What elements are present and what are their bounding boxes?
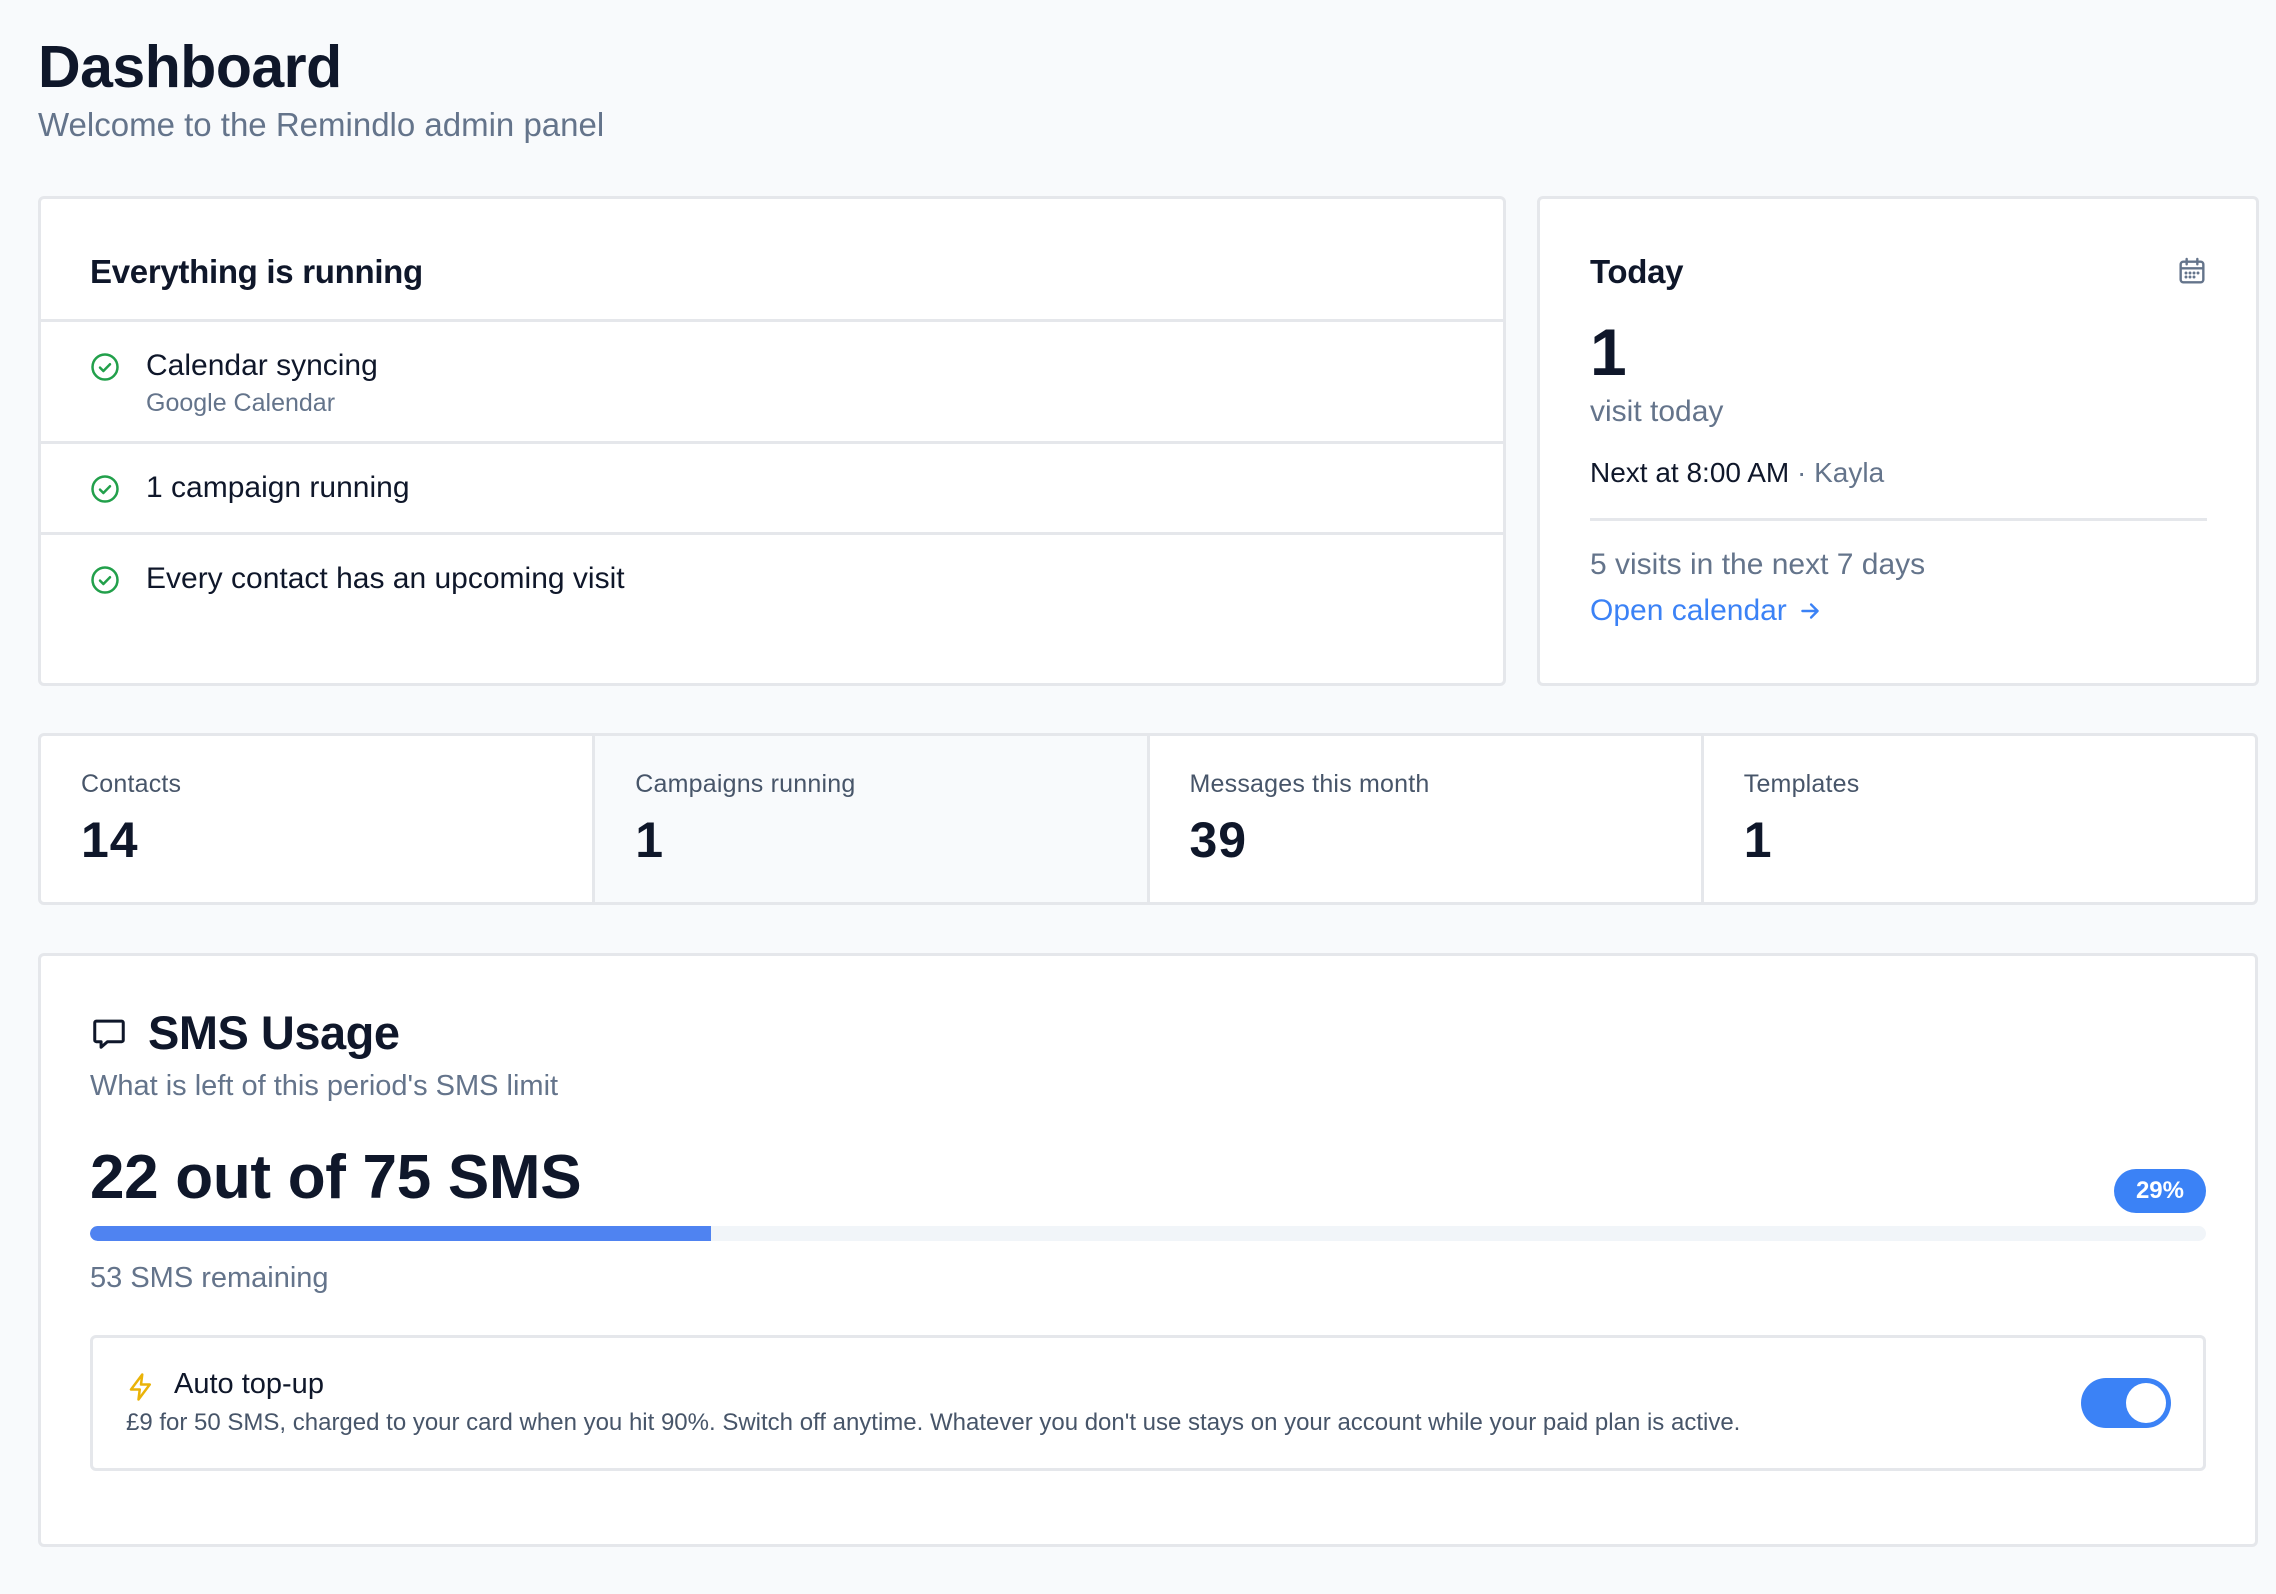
usage-progress-fill	[90, 1226, 711, 1241]
today-title: Today	[1590, 253, 1684, 290]
next-visit-separator: ·	[1797, 457, 1807, 488]
next-visit-prefix: Next at	[1590, 457, 1679, 488]
status-item-subtitle: Google Calendar	[146, 389, 336, 417]
page-subtitle: Welcome to the Remindlo admin panel	[38, 106, 605, 143]
dashboard-page: Dashboard Welcome to the Remindlo admin …	[0, 0, 2276, 1594]
auto-topup-title: Auto top-up	[174, 1368, 324, 1400]
next-visit-time: 8:00 AM	[1686, 457, 1790, 488]
usage-summary: 22 out of 75 SMS 29%	[90, 1143, 2206, 1213]
visits-today-count: 1	[1590, 315, 1627, 389]
stat-label: Templates	[1743, 770, 1860, 798]
today-card: Today 1 visit today Next at 8:00 AM · Ka…	[1537, 196, 2259, 686]
message-square-icon	[93, 1019, 125, 1049]
status-item-calendar-sync: Calendar syncing Google Calendar	[41, 322, 1503, 444]
page-header: Dashboard Welcome to the Remindlo admin …	[38, 0, 2241, 146]
open-calendar-link[interactable]: Open calendar	[1590, 592, 2207, 630]
week-summary: 5 visits in the next 7 days	[1590, 548, 1926, 581]
status-header: Everything is running	[41, 199, 1503, 322]
auto-topup-toggle[interactable]	[2081, 1378, 2171, 1428]
usage-progress-bar	[90, 1226, 2206, 1241]
overview-row: Everything is running Calendar syncing G…	[38, 196, 2259, 686]
status-title: Everything is running	[90, 253, 423, 290]
status-item-title: Every contact has an upcoming visit	[146, 562, 625, 595]
status-item-title: Calendar syncing	[146, 349, 378, 382]
stat-label: Campaigns running	[635, 770, 856, 798]
status-item-campaigns: 1 campaign running	[41, 444, 1503, 535]
next-visit: Next at 8:00 AM · Kayla	[1590, 455, 2207, 491]
arrow-right-icon	[1801, 603, 1819, 619]
check-circle-icon	[91, 353, 119, 381]
stat-value: 14	[81, 812, 139, 868]
calendar-icon	[2179, 257, 2205, 284]
page-title: Dashboard	[38, 34, 342, 100]
status-item-contacts: Every contact has an upcoming visit	[41, 535, 1503, 626]
stat-campaigns-running[interactable]: Campaigns running 1	[595, 736, 1150, 902]
status-item-title: 1 campaign running	[146, 471, 410, 504]
stat-label: Messages this month	[1189, 770, 1430, 798]
stat-value: 1	[1743, 812, 1773, 868]
check-circle-icon	[91, 475, 119, 503]
auto-topup-description: £9 for 50 SMS, charged to your card when…	[126, 1409, 1741, 1436]
sms-usage-title: SMS Usage	[148, 1006, 400, 1059]
stat-value: 1	[635, 812, 665, 868]
stat-label: Contacts	[81, 770, 182, 798]
auto-topup-panel: Auto top-up £9 for 50 SMS, charged to yo…	[90, 1335, 2206, 1471]
stat-contacts[interactable]: Contacts 14	[41, 736, 596, 902]
visits-today-label: visit today	[1590, 395, 1724, 428]
sms-usage-header: SMS Usage	[90, 1005, 2206, 1061]
stats-row: Contacts 14 Campaigns running 1 Messages…	[38, 733, 2258, 905]
system-status-card: Everything is running Calendar syncing G…	[38, 196, 1506, 686]
open-calendar-label: Open calendar	[1590, 594, 1787, 627]
toggle-knob	[2126, 1383, 2166, 1423]
stat-templates[interactable]: Templates 1	[1704, 736, 2255, 902]
check-circle-icon	[91, 566, 119, 594]
sms-usage-card: SMS Usage What is left of this period's …	[38, 953, 2258, 1547]
stat-value: 39	[1189, 812, 1248, 868]
usage-count: 22 out of 75 SMS	[90, 1143, 582, 1212]
next-visit-name: Kayla	[1814, 457, 1885, 488]
divider	[1590, 518, 2207, 521]
lightning-bolt-icon	[129, 1373, 151, 1401]
stat-messages-this-month[interactable]: Messages this month 39	[1150, 736, 1704, 902]
usage-percent-badge: 29%	[2113, 1169, 2206, 1213]
sms-usage-subtitle: What is left of this period's SMS limit	[90, 1070, 559, 1102]
sms-remaining: 53 SMS remaining	[90, 1262, 329, 1294]
